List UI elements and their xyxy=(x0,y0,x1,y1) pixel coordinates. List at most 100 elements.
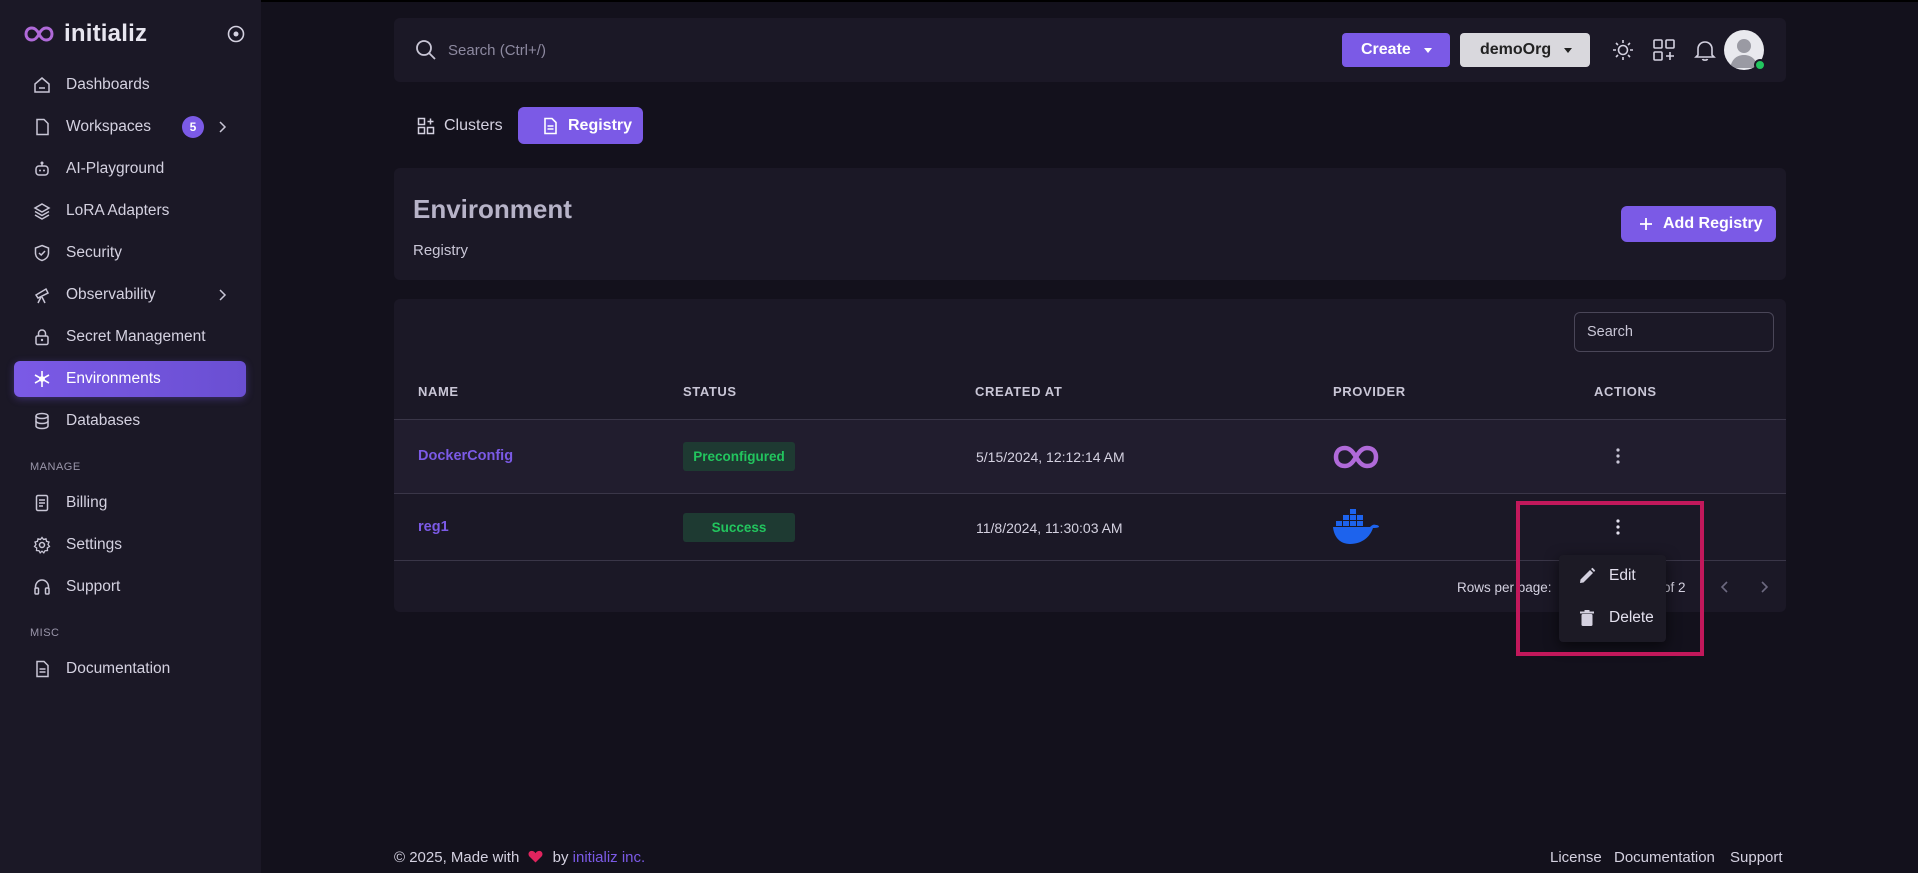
file-icon xyxy=(32,117,52,137)
tab-registry[interactable]: Registry xyxy=(518,107,643,144)
environment-header-card: Environment Registry Add Registry xyxy=(394,168,1786,280)
heart-icon xyxy=(528,850,543,863)
sidebar-item-workspaces[interactable]: Workspaces 5 xyxy=(14,109,246,145)
menu-item-label: Delete xyxy=(1609,609,1654,626)
table-search-input[interactable] xyxy=(1574,312,1774,352)
sidebar-item-billing[interactable]: Billing xyxy=(14,485,246,521)
registry-name-link[interactable]: reg1 xyxy=(418,519,449,535)
menu-item-edit[interactable]: Edit xyxy=(1577,563,1636,589)
gear-icon xyxy=(32,535,52,555)
workspaces-count-badge: 5 xyxy=(182,116,204,138)
apps-grid-icon[interactable] xyxy=(1651,37,1677,63)
chevron-left-icon[interactable] xyxy=(1717,579,1733,595)
sidebar-item-label: Settings xyxy=(66,536,123,553)
menu-item-delete[interactable]: Delete xyxy=(1577,605,1654,631)
sidebar-item-label: Observability xyxy=(66,286,156,303)
chevron-right-icon xyxy=(219,121,227,133)
snowflake-icon xyxy=(32,369,52,389)
telescope-icon xyxy=(32,285,52,305)
column-header-provider[interactable]: PROVIDER xyxy=(1333,384,1406,399)
pencil-icon xyxy=(1577,566,1597,586)
column-header-actions: ACTIONS xyxy=(1594,384,1657,399)
brand[interactable]: initializ xyxy=(24,20,147,48)
create-button-label: Create xyxy=(1361,41,1411,58)
sidebar-item-observability[interactable]: Observability xyxy=(14,277,246,313)
receipt-icon xyxy=(32,493,52,513)
created-at-cell: 11/8/2024, 11:30:03 AM xyxy=(976,520,1123,536)
status-badge: Preconfigured xyxy=(683,442,795,471)
sidebar-item-label: Billing xyxy=(66,494,108,511)
sidebar-item-settings[interactable]: Settings xyxy=(14,527,246,563)
sidebar-item-dashboards[interactable]: Dashboards xyxy=(14,67,246,103)
layers-icon xyxy=(32,201,52,221)
chevron-right-icon xyxy=(219,289,227,301)
sidebar-item-databases[interactable]: Databases xyxy=(14,403,246,439)
chevron-right-icon[interactable] xyxy=(1756,579,1772,595)
sidebar-item-ai-playground[interactable]: AI-Playground xyxy=(14,151,246,187)
sidebar-item-label: Databases xyxy=(66,412,141,429)
registry-name-link[interactable]: DockerConfig xyxy=(418,448,513,464)
home-icon xyxy=(32,75,52,95)
page-subtitle: Registry xyxy=(413,242,469,259)
document-icon xyxy=(540,116,560,136)
headphones-icon xyxy=(32,577,52,597)
sidebar-item-label: Documentation xyxy=(66,660,171,677)
sidebar-item-secret-management[interactable]: Secret Management xyxy=(14,319,246,355)
dashboard-grid-icon xyxy=(416,116,436,136)
footer-link-support[interactable]: Support xyxy=(1730,849,1783,866)
search-icon[interactable] xyxy=(414,38,438,62)
shield-check-icon xyxy=(32,243,52,263)
footer-by: by xyxy=(552,849,569,866)
footer: © 2025, Made with by initializ inc. xyxy=(394,849,645,866)
footer-copyright: © 2025, Made with xyxy=(394,849,520,866)
pagination-info: of 2 xyxy=(1663,580,1686,595)
bell-icon[interactable] xyxy=(1692,37,1718,63)
sidebar-item-label: Secret Management xyxy=(66,328,206,345)
global-search-input[interactable]: Search (Ctrl+/) xyxy=(448,42,546,59)
sidebar-item-environments[interactable]: Environments xyxy=(14,361,246,397)
initializ-provider-logo-icon xyxy=(1333,445,1379,469)
page-title: Environment xyxy=(413,194,572,224)
sidebar-item-label: Security xyxy=(66,244,122,261)
caret-down-icon xyxy=(1564,48,1572,53)
top-bar: Search (Ctrl+/) Create demoOrg xyxy=(394,18,1786,82)
column-header-created-at[interactable]: CREATED AT xyxy=(975,384,1062,399)
sidebar-item-label: Support xyxy=(66,578,121,595)
window-top-border xyxy=(0,0,1918,2)
tab-clusters[interactable]: Clusters xyxy=(406,107,510,144)
row-actions-menu: Edit Delete xyxy=(1559,555,1666,642)
menu-item-label: Edit xyxy=(1609,567,1636,584)
footer-company-link[interactable]: initializ inc. xyxy=(573,849,646,866)
column-header-status[interactable]: STATUS xyxy=(683,384,737,399)
row-actions-kebab-icon[interactable] xyxy=(1610,517,1626,537)
sidebar-item-label: Workspaces xyxy=(66,118,151,135)
online-status-dot xyxy=(1754,59,1766,71)
sidebar-item-security[interactable]: Security xyxy=(14,235,246,271)
sidebar-item-lora-adapters[interactable]: LoRA Adapters xyxy=(14,193,246,229)
sidebar-item-label: AI-Playground xyxy=(66,160,165,177)
add-registry-button[interactable]: Add Registry xyxy=(1621,206,1776,242)
created-at-cell: 5/15/2024, 12:12:14 AM xyxy=(976,449,1125,465)
sun-icon[interactable] xyxy=(1610,37,1636,63)
status-badge: Success xyxy=(683,513,795,542)
docker-provider-logo-icon xyxy=(1333,509,1379,544)
create-button[interactable]: Create xyxy=(1342,33,1450,67)
plus-icon xyxy=(1640,218,1652,230)
initializ-logo-icon xyxy=(24,26,54,42)
lock-icon xyxy=(32,327,52,347)
footer-link-license[interactable]: License xyxy=(1550,849,1602,866)
org-selector-label: demoOrg xyxy=(1480,41,1552,58)
add-registry-label: Add Registry xyxy=(1663,215,1763,232)
sidebar-item-support[interactable]: Support xyxy=(14,569,246,605)
section-label-misc: MISC xyxy=(30,627,60,639)
brand-name: initializ xyxy=(64,20,148,47)
sidebar-item-label: Environments xyxy=(66,370,161,387)
document-icon xyxy=(32,659,52,679)
column-header-name[interactable]: NAME xyxy=(418,384,459,399)
sidebar-item-documentation[interactable]: Documentation xyxy=(14,651,246,687)
row-actions-kebab-icon[interactable] xyxy=(1610,446,1626,466)
footer-link-documentation[interactable]: Documentation xyxy=(1614,849,1715,866)
org-selector[interactable]: demoOrg xyxy=(1460,33,1590,67)
tab-label: Registry xyxy=(568,116,633,134)
sidebar-collapse-icon[interactable] xyxy=(226,24,246,44)
